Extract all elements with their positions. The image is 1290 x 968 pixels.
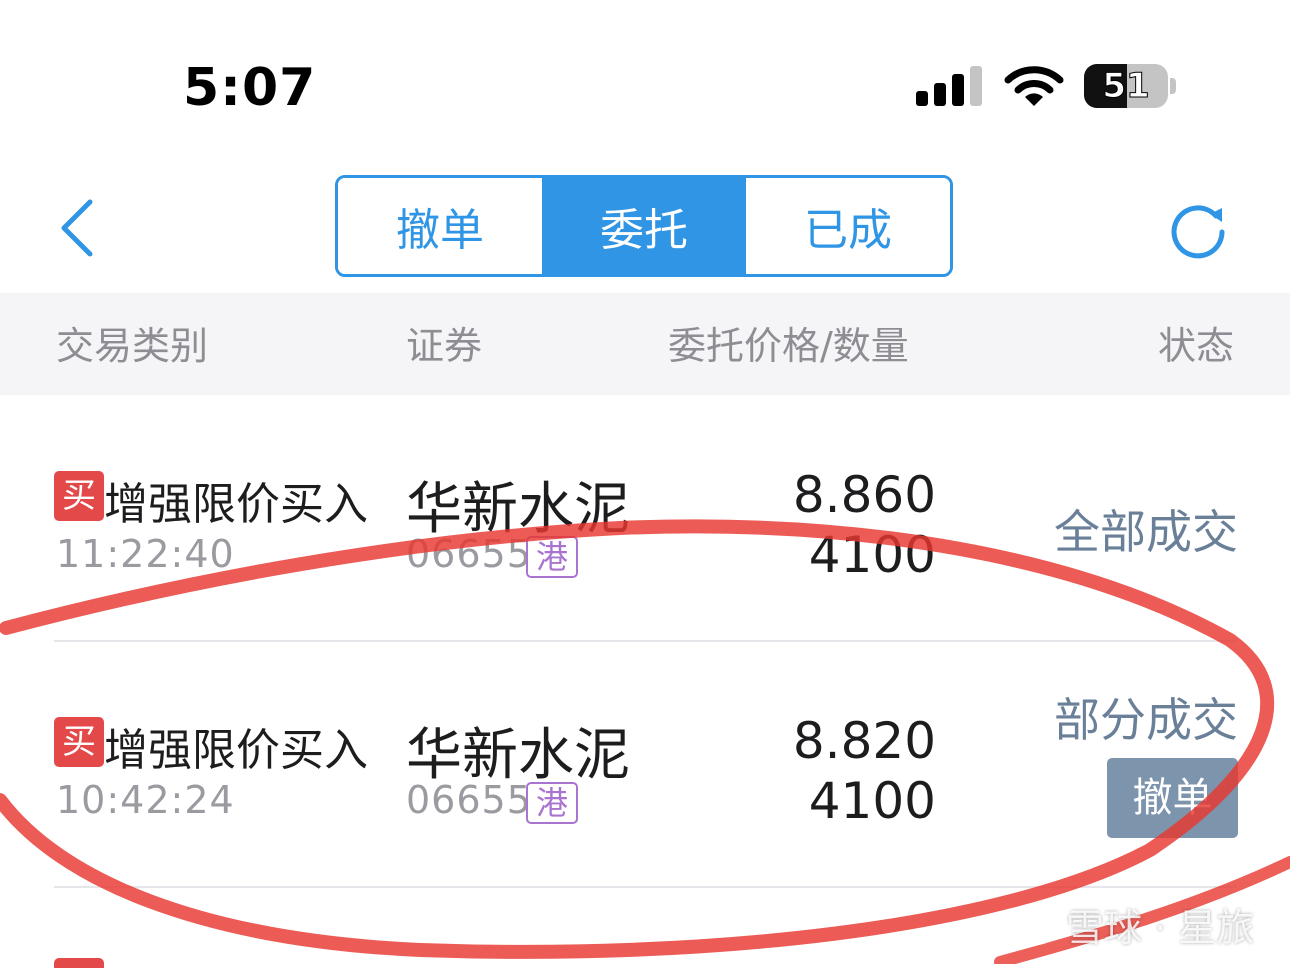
header-security: 证券: [406, 324, 483, 368]
order-status: 部分成交: [1054, 693, 1238, 747]
buy-tag-partial: [54, 958, 104, 968]
buy-tag: 买: [54, 471, 104, 521]
header-type: 交易类别: [56, 324, 209, 368]
watermark-text: 雪球 · 星旅: [1066, 905, 1255, 950]
market-tag: 港: [526, 536, 578, 578]
order-row[interactable]: 买 增强限价买入 11:22:40 华新水泥 06655 港 8.860 410…: [0, 396, 1290, 642]
status-time: 5:07: [183, 58, 317, 118]
tab-orders[interactable]: 委托: [542, 178, 746, 274]
refresh-icon[interactable]: [1166, 198, 1230, 262]
chevron-left-icon[interactable]: [56, 196, 100, 260]
battery-nub: [1170, 78, 1176, 94]
table-header: 交易类别 证券 委托价格/数量 状态: [0, 293, 1290, 395]
order-tabs: 撤单 委托 已成: [335, 175, 953, 277]
order-price: 8.820: [792, 712, 936, 770]
order-price: 8.860: [792, 466, 936, 524]
order-type: 增强限价买入: [104, 725, 368, 776]
order-time: 11:22:40: [56, 532, 235, 576]
status-bar: 5:07 51: [0, 0, 1290, 150]
order-quantity: 4100: [808, 772, 936, 830]
order-quantity: 4100: [808, 526, 936, 584]
battery-icon: 51: [1084, 64, 1168, 108]
cellular-signal-icon: [916, 66, 982, 106]
snowball-logo-icon: [1016, 903, 1058, 945]
row-divider: [54, 886, 1236, 888]
order-status: 全部成交: [1054, 505, 1238, 559]
battery-level: 51: [1102, 66, 1150, 107]
watermark: 雪球 · 星旅: [1014, 898, 1254, 950]
tab-cancel[interactable]: 撤单: [338, 178, 542, 274]
order-time: 10:42:24: [56, 778, 235, 822]
header-status: 状态: [1157, 324, 1234, 368]
order-type: 增强限价买入: [104, 479, 368, 530]
wifi-icon: [1004, 66, 1064, 106]
tab-filled[interactable]: 已成: [746, 178, 950, 274]
order-row[interactable]: 买 增强限价买入 10:42:24 华新水泥 06655 港 8.820 410…: [0, 642, 1290, 888]
cancel-order-button[interactable]: 撤单: [1107, 758, 1238, 838]
market-tag: 港: [526, 782, 578, 824]
security-code: 06655: [406, 778, 532, 822]
header-price-qty: 委托价格/数量: [668, 324, 909, 368]
security-code: 06655: [406, 532, 532, 576]
buy-tag: 买: [54, 717, 104, 767]
